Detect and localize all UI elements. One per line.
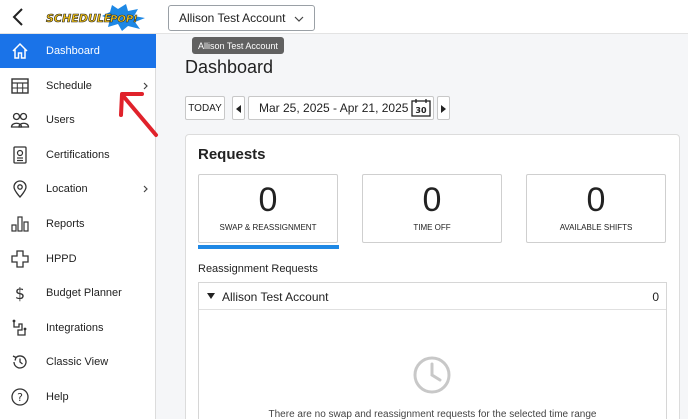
sidebar-item-label: Users [46, 114, 75, 126]
stat-value: 0 [258, 181, 278, 219]
bar-chart-icon [11, 216, 29, 232]
account-group-header[interactable]: Allison Test Account 0 [199, 283, 666, 310]
sidebar-item-location[interactable]: Location [0, 172, 156, 206]
history-icon [12, 355, 27, 369]
sidebar-item-help[interactable]: ? Help [0, 380, 156, 414]
back-arrow-icon[interactable] [8, 6, 30, 28]
caret-left-icon [236, 105, 241, 113]
sidebar-item-label: Location [46, 183, 88, 195]
integrations-icon [12, 319, 27, 336]
home-icon [12, 42, 28, 59]
sidebar-item-label: Help [46, 391, 69, 403]
sidebar-item-reports[interactable]: Reports [0, 207, 156, 241]
sidebar-item-classic-view[interactable]: Classic View [0, 345, 156, 379]
date-range-text: Mar 25, 2025 - Apr 21, 2025 [259, 101, 409, 115]
account-tooltip: Allison Test Account [192, 37, 284, 54]
sidebar-item-label: Integrations [46, 322, 104, 334]
svg-text:POP!: POP! [110, 14, 138, 25]
stat-caption: AVAILABLE SHIFTS [559, 223, 633, 232]
sidebar-item-label: Classic View [46, 356, 109, 368]
sidebar-item-certifications[interactable]: Certifications [0, 138, 156, 172]
sidebar-item-dashboard[interactable]: Dashboard [0, 34, 156, 68]
stat-time-off[interactable]: 0 TIME OFF [362, 174, 502, 243]
svg-text:$: $ [15, 284, 25, 303]
stat-available-shifts[interactable]: 0 AVAILABLE SHIFTS [526, 174, 666, 243]
calendar-icon[interactable]: 30 [411, 99, 431, 117]
stat-value: 0 [422, 181, 442, 219]
empty-state-message: There are no swap and reassignment reque… [268, 409, 597, 419]
page-title: Dashboard [185, 57, 274, 77]
stat-value: 0 [586, 181, 606, 219]
certificate-icon [13, 146, 27, 164]
date-range-picker[interactable]: Mar 25, 2025 - Apr 21, 2025 [248, 96, 434, 120]
help-icon: ? [11, 388, 29, 406]
account-requests-panel: Allison Test Account 0 There are no swap… [198, 282, 667, 419]
chevron-right-icon [143, 185, 148, 193]
active-stat-indicator [198, 245, 339, 249]
prev-period-button[interactable] [232, 96, 245, 120]
users-icon [10, 112, 30, 128]
sidebar-item-budget-planner[interactable]: $ Budget Planner [0, 276, 156, 310]
dollar-icon: $ [15, 284, 25, 303]
account-select-value: Allison Test Account [179, 11, 286, 25]
calendar-grid-icon [11, 78, 29, 94]
sidebar-item-label: Reports [46, 218, 85, 230]
section-label: Reassignment Requests [198, 263, 318, 275]
sidebar-item-integrations[interactable]: Integrations [0, 311, 156, 345]
caret-right-icon [441, 105, 446, 113]
sidebar-item-label: HPPD [46, 253, 77, 265]
svg-text:SCHEDULE: SCHEDULE [46, 12, 112, 25]
top-bar: SCHEDULE POP! Allison Test Account [0, 0, 688, 34]
account-group-name: Allison Test Account [222, 290, 329, 304]
location-pin-icon [13, 180, 27, 198]
clock-icon [413, 356, 451, 394]
requests-title: Requests [198, 146, 266, 163]
stat-caption: SWAP & REASSIGNMENT [219, 223, 317, 232]
sidebar-item-label: Dashboard [46, 45, 100, 57]
today-button[interactable]: TODAY [185, 96, 225, 120]
sidebar-item-label: Budget Planner [46, 287, 122, 299]
stat-caption: TIME OFF [413, 223, 451, 232]
account-group-count: 0 [652, 290, 659, 304]
account-select[interactable]: Allison Test Account [168, 5, 315, 31]
sidebar-item-label: Certifications [46, 149, 110, 161]
schedulepop-logo: SCHEDULE POP! [46, 4, 145, 31]
sidebar-item-hppd[interactable]: HPPD [0, 242, 156, 276]
sidebar-item-label: Schedule [46, 80, 92, 92]
calendar-day: 30 [415, 106, 427, 115]
caret-down-icon [207, 293, 215, 299]
annotation-arrow-icon [119, 92, 158, 137]
medical-cross-icon [11, 250, 29, 268]
stat-swap-reassignment[interactable]: 0 SWAP & REASSIGNMENT [198, 174, 338, 243]
chevron-down-icon [294, 16, 304, 22]
next-period-button[interactable] [437, 96, 450, 120]
svg-text:?: ? [17, 391, 23, 404]
